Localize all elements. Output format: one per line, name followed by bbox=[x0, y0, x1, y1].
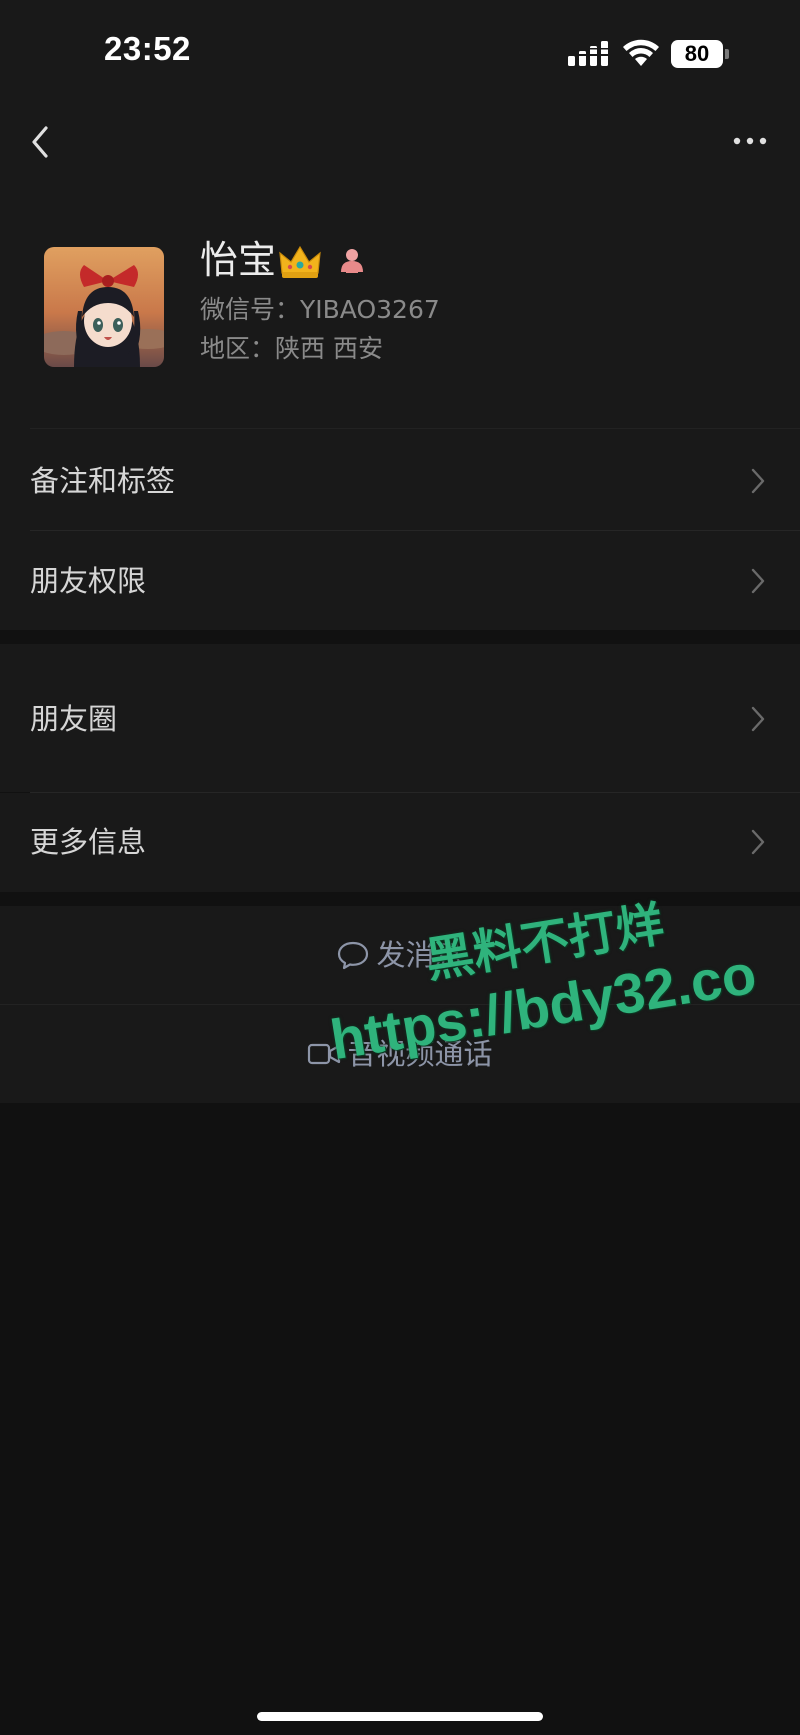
home-indicator[interactable] bbox=[257, 1712, 543, 1721]
list-item-label: 朋友圈 bbox=[30, 702, 118, 736]
avatar[interactable] bbox=[44, 247, 164, 367]
status-time: 23:52 bbox=[104, 30, 191, 67]
chevron-right-icon bbox=[751, 568, 765, 594]
profile-divider bbox=[30, 428, 800, 429]
more-dots-icon[interactable] bbox=[732, 132, 768, 150]
list-item-label: 备注和标签 bbox=[30, 464, 176, 498]
contact-profile-screen: 23:52 80 怡宝 微信号：YIBAO3267 地区：陕西 西安 备注和标签… bbox=[0, 0, 800, 1735]
profile-name: 怡宝 bbox=[200, 238, 277, 282]
battery-cap bbox=[725, 49, 729, 59]
wechat-id: 微信号：YIBAO3267 bbox=[200, 295, 440, 324]
wifi-icon bbox=[623, 39, 659, 66]
chevron-right-icon bbox=[751, 829, 765, 855]
section-gap bbox=[0, 630, 800, 644]
crown-icon bbox=[279, 245, 321, 278]
chevron-right-icon bbox=[751, 706, 765, 732]
chevron-right-icon bbox=[751, 468, 765, 494]
battery-icon: 80 bbox=[671, 40, 723, 68]
list-item-label: 更多信息 bbox=[30, 825, 147, 859]
person-status-icon[interactable] bbox=[338, 246, 366, 274]
list-item-remark-tags[interactable]: 备注和标签 bbox=[0, 432, 800, 530]
list-item-friend-permissions[interactable]: 朋友权限 bbox=[0, 531, 800, 630]
signal-icon bbox=[568, 41, 608, 66]
list-item-label: 朋友权限 bbox=[30, 564, 147, 598]
list-item-more-info[interactable]: 更多信息 bbox=[0, 793, 800, 892]
back-chevron-icon[interactable] bbox=[26, 122, 54, 162]
list-item-moments[interactable]: 朋友圈 bbox=[0, 644, 800, 792]
region: 地区：陕西 西安 bbox=[200, 334, 383, 363]
chat-bubble-icon bbox=[338, 941, 369, 970]
section-gap bbox=[0, 892, 800, 906]
